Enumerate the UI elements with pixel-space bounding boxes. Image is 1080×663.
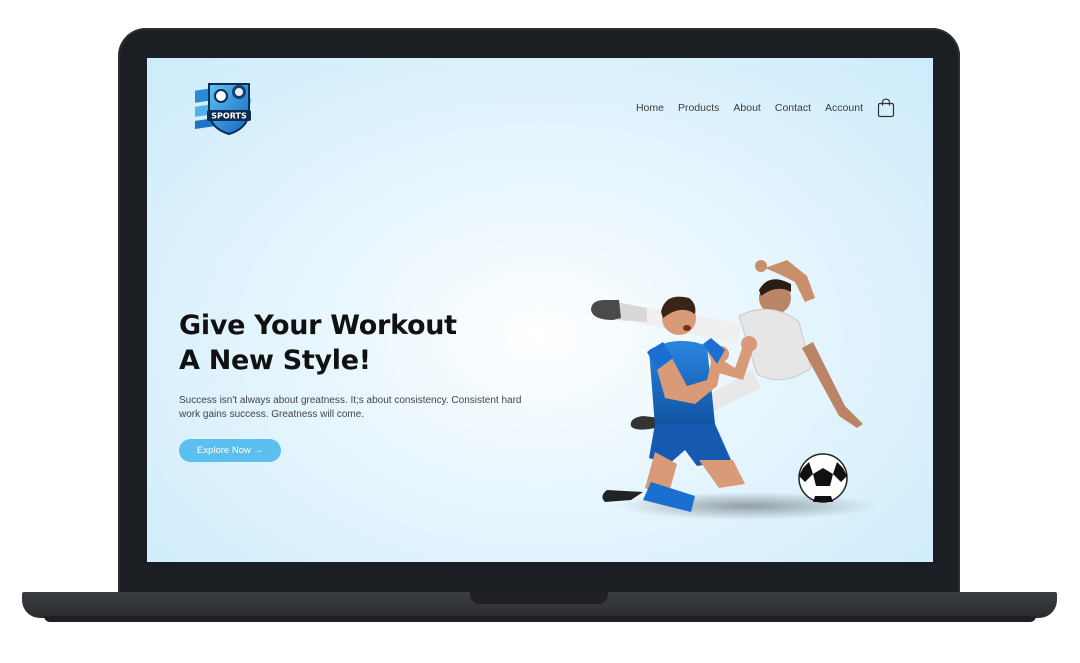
hero-title: Give Your Workout A New Style! <box>179 308 457 378</box>
white-jersey-player <box>591 260 863 430</box>
explore-now-button[interactable]: Explore Now → <box>179 439 281 462</box>
laptop-notch <box>470 592 608 604</box>
nav-home[interactable]: Home <box>636 102 664 114</box>
svg-text:SPORTS: SPORTS <box>211 112 247 121</box>
laptop-screen: SPORTS Home Products About Contact Accou… <box>147 58 933 562</box>
main-nav: Home Products About Contact Account <box>636 98 895 118</box>
hero-title-line-1: Give Your Workout <box>179 310 457 341</box>
sports-logo-icon[interactable]: SPORTS <box>195 72 263 138</box>
football-players-image <box>591 260 877 520</box>
nav-products[interactable]: Products <box>678 102 719 114</box>
laptop-base-shadow <box>44 616 1036 622</box>
nav-account[interactable]: Account <box>825 102 863 114</box>
shopping-bag-icon[interactable] <box>877 98 895 118</box>
nav-about[interactable]: About <box>733 102 760 114</box>
mockup-stage: SPORTS Home Products About Contact Accou… <box>0 0 1080 663</box>
soccer-ball-icon <box>798 453 848 503</box>
hero-title-line-2: A New Style! <box>179 345 371 376</box>
hero-subtitle: Success isn't always about greatness. It… <box>179 395 522 420</box>
nav-contact[interactable]: Contact <box>775 102 811 114</box>
